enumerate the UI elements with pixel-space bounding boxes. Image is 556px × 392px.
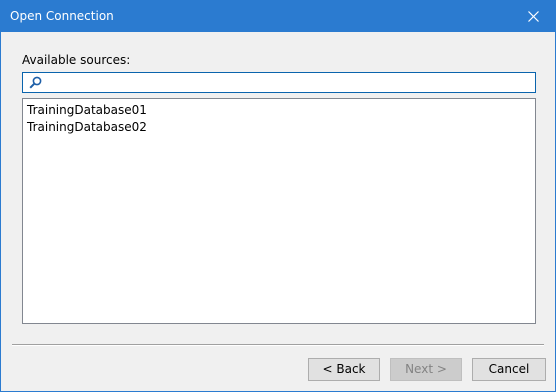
next-button[interactable]: Next > — [390, 358, 462, 381]
available-sources-label: Available sources: — [22, 53, 131, 67]
window-title: Open Connection — [10, 9, 114, 23]
open-connection-dialog: Open Connection Available sources: Train… — [0, 0, 556, 392]
back-button[interactable]: < Back — [308, 358, 380, 381]
list-item[interactable]: TrainingDatabase01 — [27, 102, 147, 119]
close-icon — [528, 11, 539, 22]
title-bar[interactable]: Open Connection — [1, 1, 555, 32]
list-item[interactable]: TrainingDatabase02 — [27, 119, 147, 136]
search-box[interactable] — [22, 72, 536, 93]
sources-list[interactable]: TrainingDatabase01 TrainingDatabase02 — [22, 98, 536, 324]
search-icon — [29, 76, 42, 89]
divider — [12, 344, 544, 346]
close-button[interactable] — [511, 1, 555, 32]
search-input[interactable] — [47, 74, 531, 91]
cancel-button[interactable]: Cancel — [472, 358, 546, 381]
